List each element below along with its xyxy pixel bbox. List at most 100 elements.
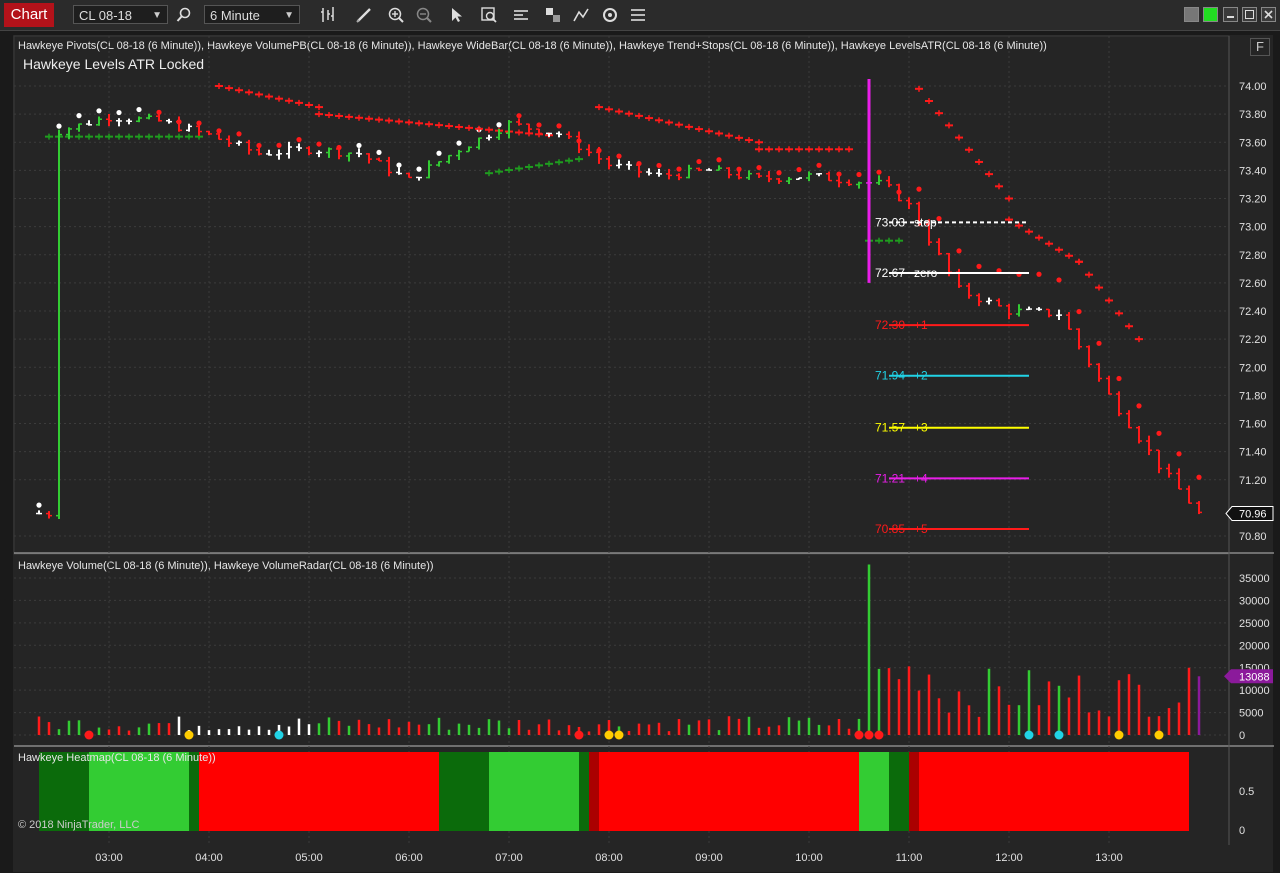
level-label: +4 xyxy=(914,471,928,485)
trend-dot xyxy=(56,123,62,129)
heatmap-segment xyxy=(919,752,1189,831)
trend-dot xyxy=(1096,340,1102,346)
trend-dot xyxy=(656,162,662,169)
trend-dot xyxy=(916,186,922,192)
trend-dot xyxy=(616,153,622,159)
heatmap-segment xyxy=(199,752,439,831)
level-price: 71.21 xyxy=(875,471,905,485)
trend-dot xyxy=(376,149,382,156)
atr-levels: 73.03 stop 72.67 zero 72.30 +1 71.94 +2 71.57 +3 7… xyxy=(875,215,1029,536)
price-tick-label: 72.80 xyxy=(1239,250,1267,262)
time-tick-label: 07:00 xyxy=(495,852,523,864)
volume-radar-dot xyxy=(1054,730,1064,740)
volume-radar-dot xyxy=(1114,730,1124,740)
trend-dot xyxy=(876,169,882,175)
heatmap-segment xyxy=(909,752,919,831)
price-tick-label: 73.40 xyxy=(1239,165,1267,177)
heatmap-segment xyxy=(579,752,589,831)
heatmap-segment xyxy=(599,752,859,831)
trend-dot xyxy=(696,158,702,165)
trend-dot xyxy=(556,123,562,129)
level-price: 73.03 xyxy=(875,215,905,229)
price-tick-label: 72.60 xyxy=(1239,278,1267,290)
time-tick-label: 10:00 xyxy=(795,852,823,864)
price-tick-label: 71.80 xyxy=(1239,390,1267,402)
trend-dot xyxy=(716,157,722,163)
time-tick-label: 09:00 xyxy=(695,852,723,864)
trend-dot xyxy=(256,142,262,149)
trend-dot xyxy=(1116,375,1122,382)
last-price-label: 70.96 xyxy=(1239,509,1267,521)
time-tick-label: 06:00 xyxy=(395,852,423,864)
heatmap-tick-label: 0.5 xyxy=(1239,786,1254,798)
level-label: +5 xyxy=(914,522,928,536)
copyright-text: © 2018 NinjaTrader, LLC xyxy=(18,819,140,831)
volume-tick-label: 10000 xyxy=(1239,685,1270,697)
time-tick-label: 08:00 xyxy=(595,852,623,864)
price-tick-label: 71.40 xyxy=(1239,447,1267,459)
trend-dot xyxy=(1056,277,1062,283)
price-panel-frame xyxy=(13,35,1230,555)
volume-radar-dot xyxy=(864,730,874,740)
time-tick-label: 12:00 xyxy=(995,852,1023,864)
trend-dot xyxy=(296,137,302,143)
heatmap-segment xyxy=(889,752,909,831)
volume-radar-dot xyxy=(1154,730,1164,740)
trend-dot xyxy=(856,171,862,178)
trend-dot xyxy=(1156,430,1162,436)
volume-radar-dot xyxy=(604,730,614,740)
volume-tick-label: 20000 xyxy=(1239,640,1270,652)
level-label: zero xyxy=(914,266,938,280)
trend-dot xyxy=(1076,308,1082,315)
trend-dot xyxy=(816,162,822,168)
time-tick-label: 03:00 xyxy=(95,852,123,864)
volume-tick-label: 0 xyxy=(1239,730,1245,742)
price-tick-label: 73.60 xyxy=(1239,137,1267,149)
trend-dot xyxy=(756,164,762,171)
time-tick-label: 05:00 xyxy=(295,852,323,864)
trend-dot xyxy=(276,142,282,148)
trend-dot xyxy=(76,113,82,119)
trend-dot xyxy=(536,122,542,128)
trend-dot xyxy=(156,109,162,115)
trend-dot xyxy=(516,113,522,119)
trend-dot xyxy=(1136,403,1142,409)
last-volume-label: 13088 xyxy=(1239,671,1270,683)
price-bars xyxy=(36,78,1202,519)
price-tick-label: 74.00 xyxy=(1239,81,1267,93)
trend-dot xyxy=(96,108,102,114)
price-tick-label: 70.80 xyxy=(1239,531,1267,543)
volume-tick-label: 25000 xyxy=(1239,618,1270,630)
price-tick-label: 72.40 xyxy=(1239,306,1267,318)
price-tick-label: 72.20 xyxy=(1239,334,1267,346)
volume-radar-dot xyxy=(854,730,864,740)
time-tick-label: 13:00 xyxy=(1095,852,1123,864)
trend-dot xyxy=(936,215,942,222)
trend-dot xyxy=(456,140,462,146)
level-price: 71.94 xyxy=(875,369,905,383)
trend-dot xyxy=(1176,451,1182,457)
volume-tick-label: 5000 xyxy=(1239,708,1263,720)
heatmap-segment xyxy=(859,752,889,831)
volume-bars xyxy=(37,564,1201,740)
trend-dot xyxy=(116,109,122,116)
volume-radar-dot xyxy=(274,730,284,740)
panel-frames xyxy=(13,35,1274,845)
trend-dot xyxy=(236,131,242,137)
price-tick-label: 71.60 xyxy=(1239,419,1267,431)
trend-dot xyxy=(436,150,442,156)
level-label: +3 xyxy=(914,421,928,435)
heatmap-segment xyxy=(439,752,489,831)
level-label: stop xyxy=(914,215,937,229)
trend-dot xyxy=(356,142,362,149)
price-tick-label: 73.20 xyxy=(1239,194,1267,206)
heatmap-panel-title: Hawkeye Heatmap(CL 08-18 (6 Minute)) xyxy=(18,752,216,764)
trend-dot xyxy=(976,263,982,269)
price-tick-label: 73.80 xyxy=(1239,109,1267,121)
heatmap-tick-label: 0 xyxy=(1239,825,1245,837)
trend-dot xyxy=(776,170,782,176)
time-tick-label: 11:00 xyxy=(896,852,923,864)
chart-canvas[interactable]: 73.03 stop 72.67 zero 72.30 +1 71.94 +2 71.57 +3 7… xyxy=(0,0,1280,873)
trend-stops xyxy=(36,83,1202,508)
level-label: +2 xyxy=(914,369,928,383)
